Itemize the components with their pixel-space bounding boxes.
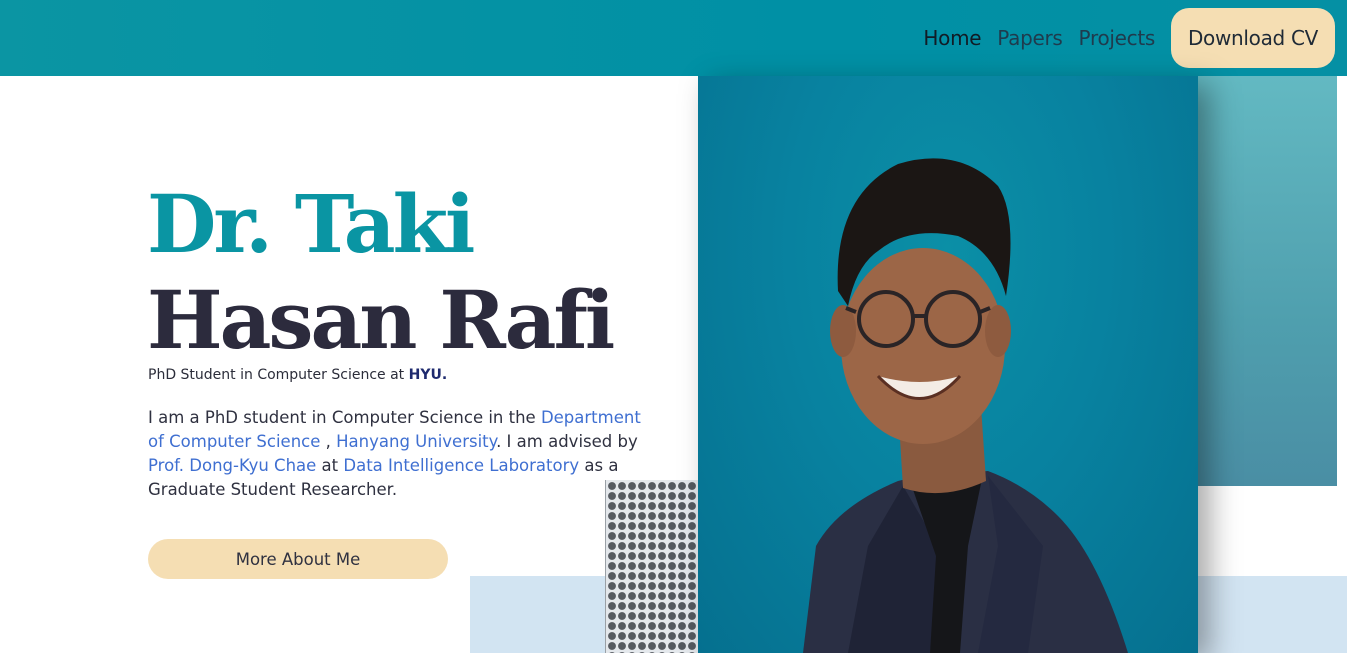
advisor-link[interactable]: Prof. Dong-Kyu Chae [148,456,316,475]
nav-papers-link[interactable]: Papers [997,26,1063,50]
nav-projects-link[interactable]: Projects [1079,26,1156,50]
top-navbar: Home Papers Projects Download CV [0,0,1347,76]
nav-links: Home Papers Projects Download CV [923,8,1335,68]
decorative-teal-block [1198,76,1337,486]
subtitle-text: PhD Student in Computer Science at [148,367,409,383]
bio-text-2: , [320,432,337,451]
portrait-illustration [803,158,1128,653]
bio-paragraph: I am a PhD student in Computer Science i… [148,406,660,502]
lab-link[interactable]: Data Intelligence Laboratory [343,456,579,475]
bio-text-3: . I am advised by [496,432,638,451]
hero-title-second-line: Hasan Rafi [147,273,615,367]
download-cv-button[interactable]: Download CV [1171,8,1335,68]
more-about-me-button[interactable]: More About Me [148,539,448,579]
nav-home-link[interactable]: Home [923,26,981,50]
hero-title-first-line: Dr. Taki [147,177,475,271]
bio-text-4: at [316,456,344,475]
university-link[interactable]: Hanyang University [336,432,496,451]
profile-photo [698,76,1198,653]
bio-text-1: I am a PhD student in Computer Science i… [148,408,541,427]
hero-subtitle: PhD Student in Computer Science at HYU. [148,367,447,383]
decorative-dot-pattern [605,480,699,653]
subtitle-university: HYU. [408,367,448,383]
